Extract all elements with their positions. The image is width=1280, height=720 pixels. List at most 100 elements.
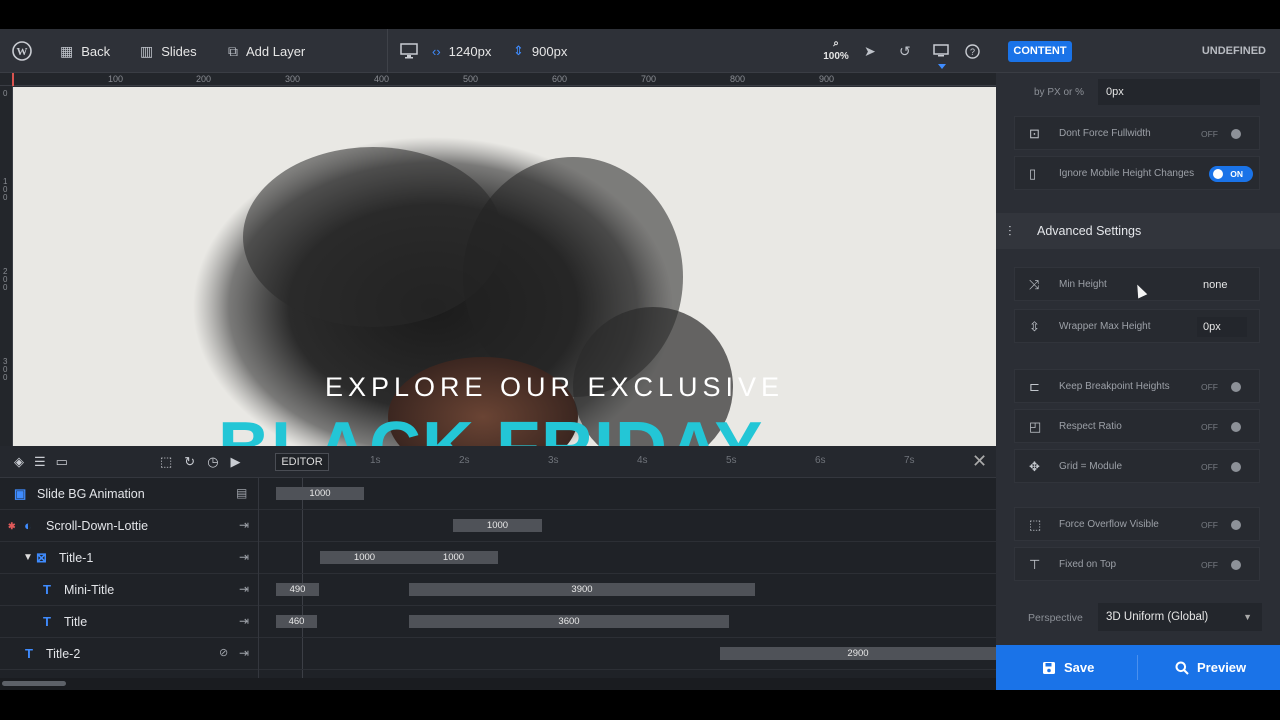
ruler-tick: 700 <box>641 74 657 84</box>
folder-icon[interactable]: ▭ <box>56 454 68 470</box>
slides-label: Slides <box>161 43 197 59</box>
keep-breakpoint-heights-toggle[interactable]: OFF <box>1199 379 1243 395</box>
setting-label: Ignore Mobile Height Changes <box>1059 168 1195 179</box>
search-icon <box>1175 661 1189 675</box>
black-friday-title[interactable]: BLACK FRIDAY <box>218 407 763 446</box>
vertical-ruler: 0 100 200 300 <box>0 86 13 446</box>
loop-icon[interactable]: ↻ <box>184 454 195 470</box>
timeline-bar[interactable]: 1000 <box>276 487 364 500</box>
ruler-tick: 100 <box>108 74 124 84</box>
respect-ratio-row: ◰ Respect Ratio OFF <box>1014 409 1260 443</box>
close-icon[interactable]: ✕ <box>972 451 987 472</box>
pin-top-icon: ⊤ <box>1029 557 1041 572</box>
time-tick: 6s <box>815 455 826 466</box>
timeline-header: ◈ ☰ ▭ ⬚ ↻ ◷ ▶ EDITOR 1s 2s 3s 4s 5s 6s 7… <box>0 446 996 478</box>
timeline-scrollbar[interactable] <box>0 678 996 690</box>
add-layer-button[interactable]: ⧉ Add Layer <box>228 29 305 73</box>
editor-button[interactable]: EDITOR <box>275 453 329 471</box>
mini-title-text[interactable]: EXPLORE OUR EXCLUSIVE <box>13 372 996 403</box>
move-icon: ✥ <box>1029 459 1040 474</box>
timer-icon[interactable]: ◷ <box>207 454 218 470</box>
advanced-settings-header[interactable]: ⫶ Advanced Settings <box>996 213 1280 249</box>
layers-icon[interactable]: ◈ <box>14 454 24 470</box>
timeline-bar[interactable]: 460 <box>276 615 317 628</box>
force-overflow-visible-toggle[interactable]: OFF <box>1199 517 1243 533</box>
timeline-bar[interactable]: 1000 <box>409 551 498 564</box>
ruler-tick: 300 <box>285 74 301 84</box>
slides-button[interactable]: ▥ Slides <box>140 29 197 73</box>
pointer-icon[interactable]: ➤ <box>864 29 876 73</box>
overflow-icon: ⬚ <box>1029 517 1042 532</box>
timeline-bar[interactable]: 490 <box>276 583 319 596</box>
save-icon <box>1043 661 1055 674</box>
by-px-input[interactable]: 0px <box>1098 79 1260 105</box>
min-height-input[interactable]: none <box>1197 275 1247 295</box>
timeline-bar[interactable]: 2900 <box>720 647 996 660</box>
timeline-bar[interactable]: 1000 <box>320 551 409 564</box>
dont-force-fullwidth-toggle[interactable]: OFF <box>1199 126 1243 142</box>
height-arrows-icon: ⇕ <box>513 43 524 58</box>
force-overflow-visible-row: ⬚ Force Overflow Visible OFF <box>1014 507 1260 541</box>
undo-icon[interactable]: ↺ <box>899 29 911 73</box>
perspective-select[interactable]: 3D Uniform (Global) ▼ <box>1098 603 1262 631</box>
setting-label: Grid = Module <box>1059 461 1123 472</box>
list-icon[interactable]: ☰ <box>34 454 46 470</box>
help-icon[interactable]: ? <box>965 29 980 73</box>
layer-list-column <box>0 478 259 690</box>
ratio-icon: ◰ <box>1029 419 1042 434</box>
fixed-on-top-toggle[interactable]: OFF <box>1199 557 1243 573</box>
select-icon[interactable]: ⬚ <box>160 454 172 470</box>
grid-module-toggle[interactable]: OFF <box>1199 459 1243 475</box>
panel-footer: Save Preview <box>996 645 1280 690</box>
ignore-mobile-height-toggle[interactable]: ON <box>1209 166 1253 182</box>
zoom-control[interactable]: ⌕ 100% <box>822 37 850 63</box>
time-tick: 7s <box>904 455 915 466</box>
top-toolbar: W ▦ Back ▥ Slides ⧉ Add Layer ‹› 1240px … <box>0 29 996 73</box>
height-value: 900px <box>531 43 568 59</box>
fixed-on-top-row: ⊤ Fixed on Top OFF <box>1014 547 1260 581</box>
content-tab[interactable]: CONTENT <box>1008 41 1072 62</box>
time-tick: 3s <box>548 455 559 466</box>
ignore-mobile-height-row: ▯ Ignore Mobile Height Changes ON <box>1014 156 1260 190</box>
setting-label: Respect Ratio <box>1059 421 1122 432</box>
height-field[interactable]: ⇕ 900px <box>513 29 567 73</box>
svg-text:W: W <box>17 46 28 58</box>
width-arrows-icon: ‹› <box>432 43 441 59</box>
wrapper-max-height-input[interactable]: 0px <box>1197 317 1247 337</box>
ruler-tick: 400 <box>374 74 390 84</box>
preview-button[interactable]: Preview <box>1175 645 1246 690</box>
setting-label: Wrapper Max Height <box>1059 321 1151 332</box>
mobile-icon: ▯ <box>1029 166 1037 181</box>
timeline-bar[interactable]: 1000 <box>453 519 542 532</box>
width-field[interactable]: ‹› 1240px <box>432 29 491 73</box>
save-button[interactable]: Save <box>1042 645 1094 690</box>
time-tick: 4s <box>637 455 648 466</box>
timeline-bar[interactable]: 3900 <box>409 583 755 596</box>
back-button[interactable]: ▦ Back <box>60 29 110 73</box>
desktop-view-icon[interactable] <box>400 29 418 73</box>
wordpress-logo[interactable]: W <box>12 29 32 73</box>
grid-module-row: ✥ Grid = Module OFF <box>1014 449 1260 483</box>
add-layer-icon: ⧉ <box>228 42 238 59</box>
undefined-tab[interactable]: UNDEFINED <box>1202 45 1266 57</box>
scrollbar-thumb[interactable] <box>2 681 66 686</box>
max-height-icon: ⇳ <box>1029 319 1040 334</box>
setting-label: Dont Force Fullwidth <box>1059 128 1151 139</box>
ruler-tick: 800 <box>730 74 746 84</box>
ruler-tick: 600 <box>552 74 568 84</box>
play-icon[interactable]: ▶ <box>231 454 241 470</box>
grid-icon: ▦ <box>60 42 74 59</box>
by-px-label: by PX or % <box>1034 87 1085 98</box>
devices-icon: ⊏ <box>1029 379 1040 394</box>
slide-canvas[interactable]: EXPLORE OUR EXCLUSIVE BLACK FRIDAY <box>13 87 996 446</box>
add-layer-label: Add Layer <box>246 43 306 59</box>
toolbar-divider <box>387 29 388 73</box>
ruler-tick: 500 <box>463 74 479 84</box>
respect-ratio-toggle[interactable]: OFF <box>1199 419 1243 435</box>
timeline-bar[interactable]: 3600 <box>409 615 729 628</box>
advanced-settings-label: Advanced Settings <box>1037 224 1142 238</box>
footer-divider <box>1137 655 1138 680</box>
svg-text:?: ? <box>970 47 975 57</box>
sliders-icon: ⫶ <box>1008 223 1012 239</box>
save-label: Save <box>1064 660 1095 675</box>
